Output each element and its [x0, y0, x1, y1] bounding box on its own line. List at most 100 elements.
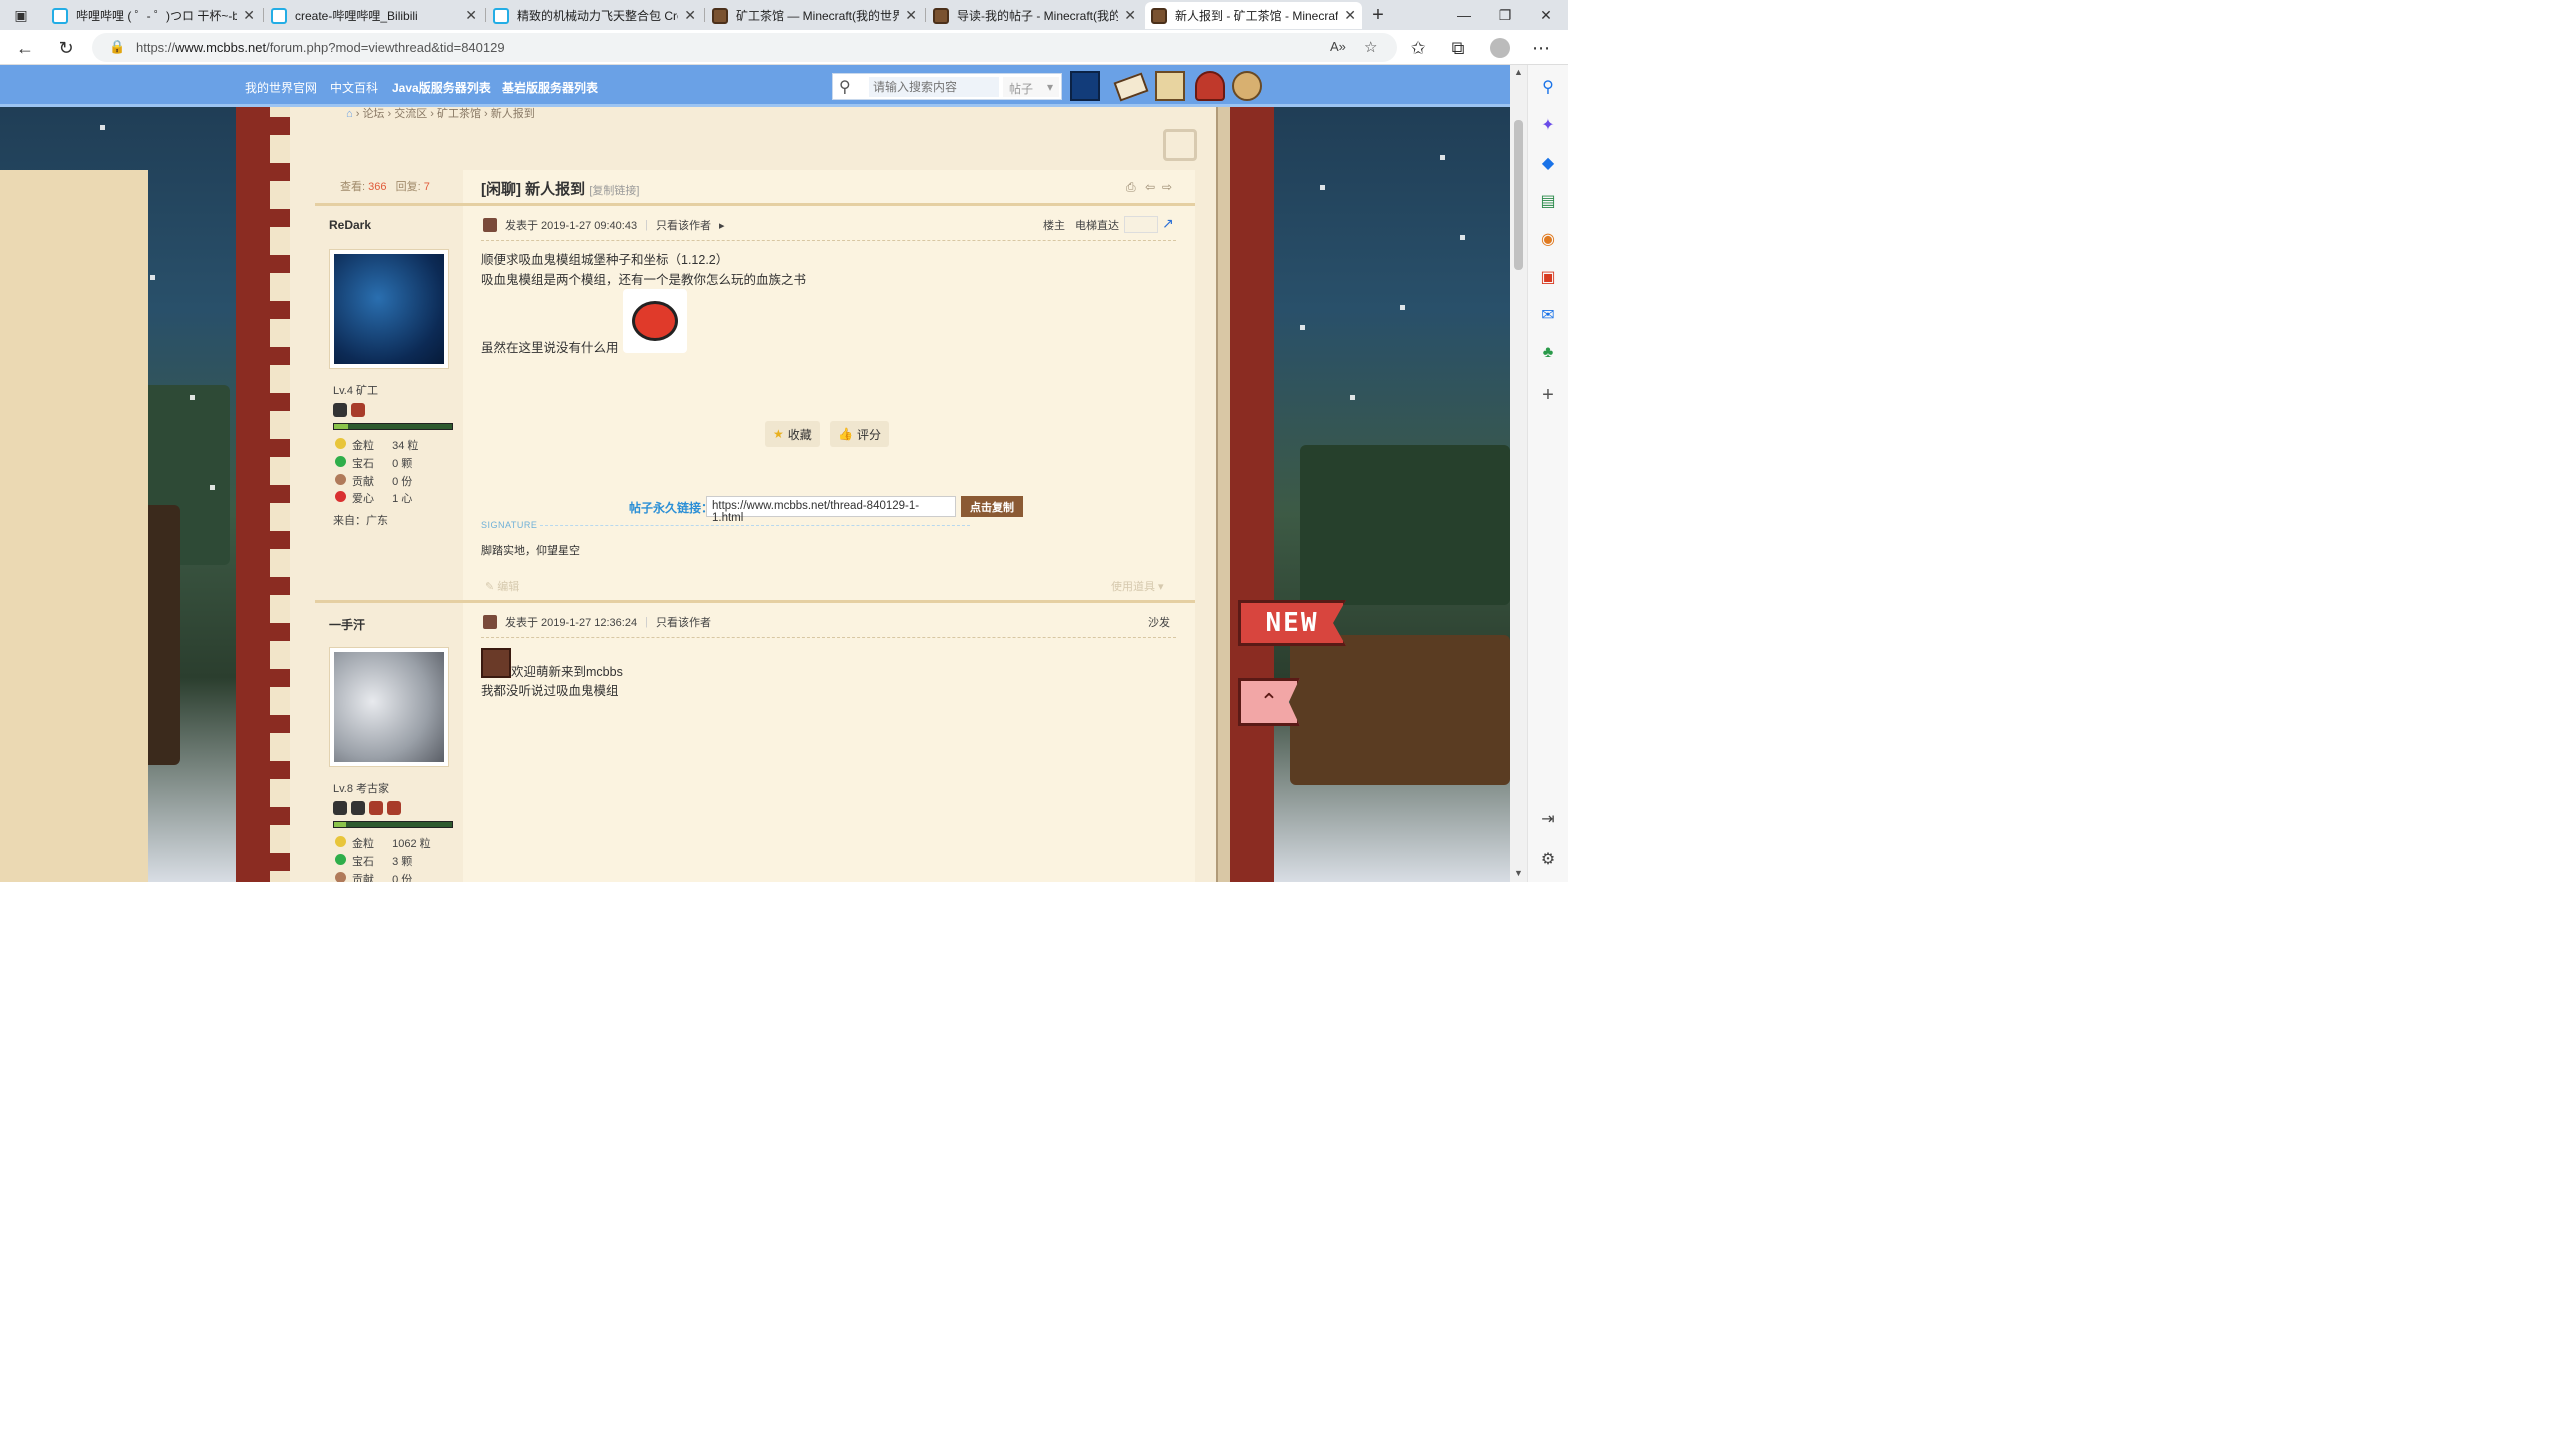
- tab-title: 精致的机械动力飞天整合包 Crea: [517, 9, 679, 23]
- background-ledge: [1290, 635, 1510, 785]
- medal-icon[interactable]: [351, 801, 365, 815]
- close-tab-icon[interactable]: ✕: [243, 7, 255, 24]
- author-name[interactable]: 一手汗: [329, 616, 365, 633]
- divider: [481, 240, 1176, 241]
- collections-icon[interactable]: ⧉: [1445, 35, 1471, 61]
- office-icon[interactable]: ▣: [1538, 267, 1558, 287]
- only-author-link[interactable]: 只看该作者: [656, 217, 711, 233]
- copy-permalink-button[interactable]: 点击复制: [961, 496, 1023, 517]
- breadcrumb-item[interactable]: 矿工茶馆: [437, 108, 481, 120]
- player-head-emoji: [481, 648, 511, 678]
- elevator-label: 电梯直达: [1075, 220, 1119, 232]
- divider: [315, 600, 1195, 603]
- gear-icon[interactable]: ⚙: [1538, 849, 1558, 869]
- tab-title: 哔哩哔哩 ( ゜- ゜)つロ 干杯~-bilibili: [76, 9, 238, 23]
- browser-tab[interactable]: 精致的机械动力飞天整合包 Crea ✕: [487, 2, 702, 29]
- search-icon[interactable]: ⚲: [839, 77, 851, 97]
- copy-link-button[interactable]: [复制链接]: [589, 185, 639, 197]
- nav-link-java-servers[interactable]: Java版服务器列表: [392, 79, 491, 96]
- medal-icon[interactable]: [369, 801, 383, 815]
- browser-tab[interactable]: 哔哩哔哩 ( ゜- ゜)つロ 干杯~-bilibili ✕: [46, 2, 261, 29]
- message-icon[interactable]: [1113, 72, 1149, 102]
- nav-link-wiki[interactable]: 中文百科: [330, 79, 378, 96]
- nav-link-bedrock-servers[interactable]: 基岩版服务器列表: [502, 79, 598, 96]
- close-tab-icon[interactable]: ✕: [1124, 7, 1136, 24]
- browser-tab-active[interactable]: 新人报到 - 矿工茶馆 - Minecraft( ✕: [1145, 2, 1362, 29]
- url-field[interactable]: 🔒 https://www.mcbbs.net/forum.php?mod=vi…: [92, 33, 1397, 62]
- edit-button[interactable]: ✎ 编辑: [485, 578, 519, 594]
- gold-nugget-icon: [335, 836, 346, 847]
- lightning-icon[interactable]: [1070, 71, 1100, 101]
- games-icon[interactable]: ◉: [1538, 229, 1558, 249]
- browser-tab[interactable]: create-哔哩哔哩_Bilibili ✕: [265, 2, 483, 29]
- use-tools-button[interactable]: 使用道具 ▾: [1111, 578, 1164, 594]
- avatar[interactable]: [329, 647, 449, 767]
- maximize-icon[interactable]: ❐: [1493, 3, 1517, 27]
- lock-icon[interactable]: 🔒: [109, 39, 125, 55]
- cookie-icon[interactable]: [1232, 71, 1262, 101]
- add-sidebar-icon[interactable]: +: [1538, 384, 1558, 406]
- close-tab-icon[interactable]: ✕: [684, 7, 696, 24]
- author-name[interactable]: ReDark: [329, 218, 371, 232]
- only-author-link[interactable]: 只看该作者: [656, 614, 711, 630]
- post-time: 发表于 2019-1-27 09:40:43: [505, 220, 638, 232]
- thread-title: [闲聊] 新人报到 [复制链接]: [481, 181, 640, 198]
- minecraft-icon: [712, 7, 728, 24]
- stat-row: 金粒 1062 粒: [335, 835, 431, 851]
- medal-icon[interactable]: [387, 801, 401, 815]
- caret-right-icon[interactable]: ▸: [719, 219, 725, 232]
- copilot-icon[interactable]: ✦: [1538, 115, 1558, 135]
- search-input[interactable]: [869, 77, 999, 97]
- close-tab-icon[interactable]: ✕: [1344, 7, 1356, 24]
- medal-icon[interactable]: [333, 801, 347, 815]
- close-tab-icon[interactable]: ✕: [465, 7, 477, 24]
- favorite-button[interactable]: ★ 收藏: [765, 421, 820, 447]
- search-type-select[interactable]: 帖子 ▾: [1003, 77, 1059, 97]
- minimize-icon[interactable]: —: [1452, 3, 1476, 27]
- rate-button[interactable]: 👍 评分: [830, 421, 889, 447]
- close-tab-icon[interactable]: ✕: [905, 7, 917, 24]
- next-thread-icon[interactable]: ⇨: [1162, 180, 1172, 194]
- reload-icon[interactable]: ↻: [53, 35, 79, 61]
- tab-actions-icon[interactable]: ▣: [9, 3, 33, 27]
- scroll-up-icon[interactable]: ▲: [1514, 67, 1523, 77]
- back-icon[interactable]: ←: [12, 35, 38, 61]
- scroll-down-icon[interactable]: ▼: [1514, 868, 1523, 878]
- medal-icon[interactable]: [333, 403, 347, 417]
- search-icon[interactable]: ⚲: [1538, 77, 1558, 97]
- profile-avatar-icon[interactable]: [1487, 35, 1513, 61]
- breadcrumb-item[interactable]: 论坛: [362, 108, 384, 120]
- browser-tab[interactable]: 矿工茶馆 — Minecraft(我的世界) ✕: [706, 2, 923, 29]
- profile-potion-icon[interactable]: [1195, 71, 1225, 101]
- tree-icon[interactable]: ♣: [1538, 343, 1558, 363]
- new-post-badge[interactable]: NEW: [1238, 600, 1346, 646]
- tools-icon[interactable]: ▤: [1538, 191, 1558, 211]
- crafting-box-icon[interactable]: [1155, 71, 1185, 101]
- medal-icon[interactable]: [351, 403, 365, 417]
- page-scrollbar[interactable]: ▲ ▼: [1510, 65, 1527, 882]
- divider: [481, 637, 1176, 638]
- go-floor-icon[interactable]: ↗: [1162, 215, 1174, 232]
- close-window-icon[interactable]: ✕: [1534, 3, 1558, 27]
- favorites-icon[interactable]: ✩: [1405, 35, 1431, 61]
- elevator-input[interactable]: [1124, 216, 1158, 233]
- user-head-icon: [483, 218, 497, 232]
- read-aloud-icon[interactable]: A»: [1330, 39, 1346, 54]
- nav-link-official[interactable]: 我的世界官网: [245, 79, 317, 96]
- return-list-icon[interactable]: [1163, 129, 1197, 161]
- prev-thread-icon[interactable]: ⇦: [1145, 180, 1155, 194]
- add-favorite-icon[interactable]: ☆: [1364, 38, 1377, 56]
- outlook-icon[interactable]: ✉: [1538, 305, 1558, 325]
- more-menu-icon[interactable]: ⋯: [1528, 35, 1554, 61]
- breadcrumb-item[interactable]: 新人报到: [491, 108, 535, 120]
- browser-tab[interactable]: 导读-我的帖子 - Minecraft(我的世 ✕: [927, 2, 1142, 29]
- breadcrumb-item[interactable]: 交流区: [394, 108, 427, 120]
- new-tab-icon[interactable]: +: [1366, 3, 1390, 27]
- shopping-tag-icon[interactable]: ◆: [1538, 153, 1558, 173]
- avatar[interactable]: [329, 249, 449, 369]
- post-content: 顺便求吸血鬼模组城堡种子和坐标（1.12.2） 吸血鬼模组是两个模组，还有一个是…: [481, 253, 807, 287]
- sidebar-collapse-icon[interactable]: ⇥: [1538, 809, 1558, 829]
- scroll-thumb[interactable]: [1514, 120, 1523, 270]
- permalink-field[interactable]: https://www.mcbbs.net/thread-840129-1-1.…: [706, 496, 956, 524]
- print-icon[interactable]: ⎙: [1126, 180, 1136, 195]
